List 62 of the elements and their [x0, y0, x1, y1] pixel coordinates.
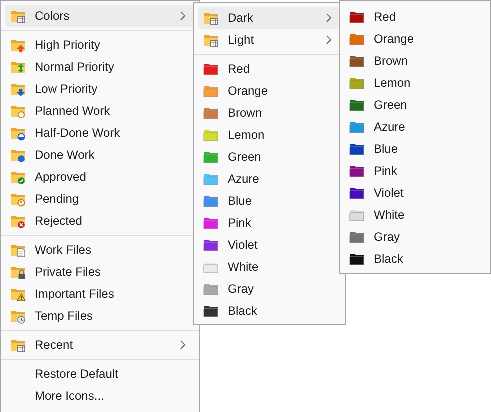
menu-item[interactable]: Azure	[344, 116, 486, 138]
menu-item[interactable]: Important Files	[5, 283, 195, 305]
menu-item[interactable]: Black	[198, 300, 341, 322]
menu-item[interactable]: Half-Done Work	[5, 122, 195, 144]
folder-arrow-down-icon	[10, 81, 26, 97]
menu-item[interactable]: Restore Default	[5, 363, 195, 385]
menu-item[interactable]: Orange	[344, 28, 486, 50]
menu-item[interactable]: Recent	[5, 334, 195, 356]
menu-item[interactable]: Brown	[198, 102, 341, 124]
folder-cross-icon	[10, 213, 26, 229]
folder-clock-icon	[10, 308, 26, 324]
folder-arrows-icon	[10, 59, 26, 75]
menu-item[interactable]: Blue	[198, 190, 341, 212]
menu-item[interactable]: Colors	[5, 5, 195, 27]
menu-item[interactable]: Pink	[198, 212, 341, 234]
menu-item[interactable]: Temp Files	[5, 305, 195, 327]
folder-check-icon	[10, 169, 26, 185]
menu-item[interactable]: Normal Priority	[5, 56, 195, 78]
menu-item[interactable]: Lemon	[198, 124, 341, 146]
folder-ring-icon	[10, 103, 26, 119]
menu-item[interactable]: Orange	[198, 80, 341, 102]
menu-item[interactable]: Black	[344, 248, 486, 270]
menu-item[interactable]: Brown	[344, 50, 486, 72]
menu-item[interactable]: Lemon	[344, 72, 486, 94]
menu-item[interactable]: Light	[198, 29, 341, 51]
menu-item[interactable]: Work Files	[5, 239, 195, 261]
menu-item[interactable]: Violet	[344, 182, 486, 204]
menu-item[interactable]: Dark	[198, 7, 341, 29]
menu-item[interactable]: Rejected	[5, 210, 195, 232]
folder-calendar-icon	[203, 32, 219, 48]
folder-warning-icon	[10, 286, 26, 302]
menu-item[interactable]: Low Priority	[5, 78, 195, 100]
menu-item[interactable]: Private Files	[5, 261, 195, 283]
chevron-right-icon	[325, 34, 333, 46]
menu-item[interactable]: Azure	[198, 168, 341, 190]
menu-item[interactable]: Red	[344, 6, 486, 28]
menu-item[interactable]: Green	[344, 94, 486, 116]
menu-item[interactable]: Gray	[344, 226, 486, 248]
chevron-right-icon	[325, 12, 333, 24]
menu-item[interactable]: Planned Work	[5, 100, 195, 122]
folder-calendar-icon	[10, 8, 26, 24]
menu-item[interactable]: White	[198, 256, 341, 278]
folder-arrow-up-icon	[10, 37, 26, 53]
menu-item[interactable]: Approved	[5, 166, 195, 188]
menu-item[interactable]: Gray	[198, 278, 341, 300]
menu-item[interactable]: More Icons...	[5, 385, 195, 407]
menu-item[interactable]: White	[344, 204, 486, 226]
folder-document-icon	[10, 242, 26, 258]
folder-pending-icon	[10, 191, 26, 207]
menu-item[interactable]: Blue	[344, 138, 486, 160]
folder-calendar-icon	[203, 10, 219, 26]
menu-item[interactable]: Pending	[5, 188, 195, 210]
folder-lock-icon	[10, 264, 26, 280]
menu-item[interactable]: Done Work	[5, 144, 195, 166]
menu-item[interactable]: Green	[198, 146, 341, 168]
chevron-right-icon	[179, 339, 187, 351]
menu-item[interactable]: Violet	[198, 234, 341, 256]
menu-item[interactable]: Pink	[344, 160, 486, 182]
chevron-right-icon	[179, 10, 187, 22]
folder-calendar-icon	[10, 337, 26, 353]
menu-item[interactable]: High Priority	[5, 34, 195, 56]
menu-item[interactable]: Red	[198, 58, 341, 80]
